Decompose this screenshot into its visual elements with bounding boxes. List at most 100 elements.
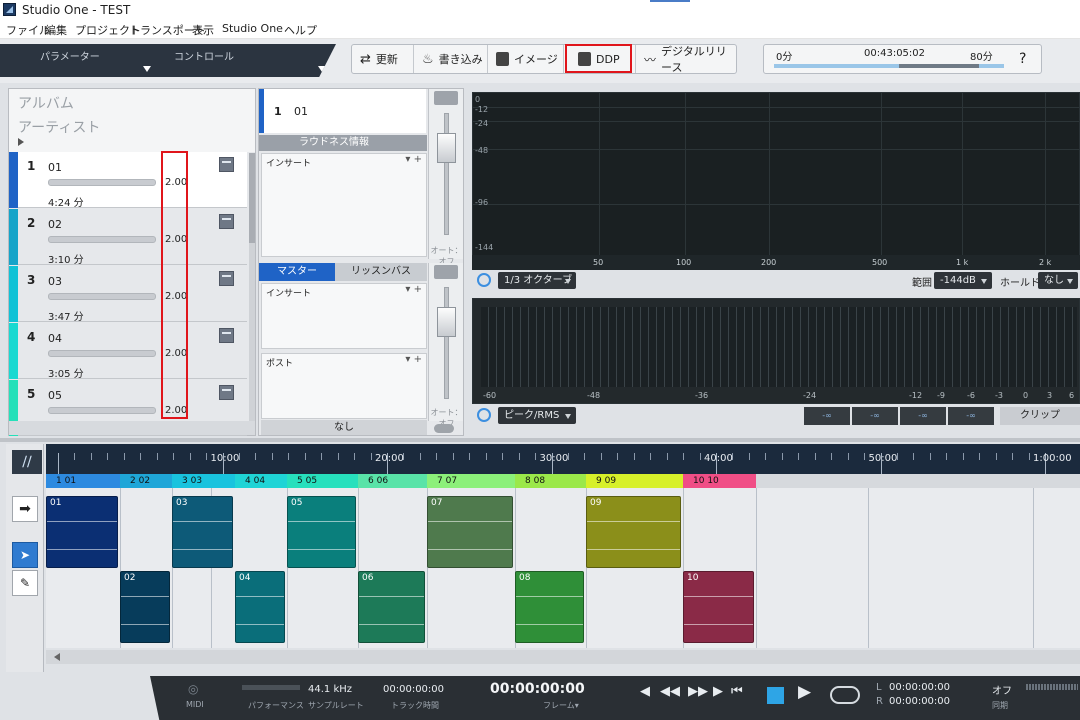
toggle-switch[interactable] [434,424,454,433]
horizontal-scrollbar[interactable] [46,650,1080,664]
none-label[interactable]: なし [261,420,427,435]
track-fader[interactable]: オート：オフ [428,89,463,266]
track-row[interactable]: 4 04 2.00 3:05 分 [9,323,247,380]
audio-clip-10[interactable]: 10 [683,571,754,643]
loudness-header[interactable]: ラウドネス情報 [259,135,427,151]
hold-dropdown[interactable]: なし [1038,272,1078,289]
menu-view[interactable]: 表示 [192,22,214,38]
update-button[interactable]: ⇄ 更新 [352,45,414,73]
wav-file-icon[interactable] [219,214,234,229]
fader-cap[interactable] [437,307,456,337]
loop-icon[interactable] [830,686,860,704]
fast-forward-icon[interactable]: ▶▶ [688,684,708,699]
chevron-down-icon[interactable] [318,66,326,72]
power-icon[interactable] [477,273,491,287]
master-insert-slot[interactable]: インサート ▾ + [261,283,427,349]
album-field[interactable]: アルバム [18,93,74,113]
marker-8[interactable]: 8 08 [515,474,586,488]
rewind-start-icon[interactable]: ◀ [640,684,650,699]
menu-file[interactable]: ファイル [6,22,50,38]
meter-mode-dropdown[interactable]: ピーク/RMS [498,407,576,424]
range-dropdown[interactable]: -144dB [934,272,992,289]
menu-studio-one[interactable]: Studio One [222,22,283,35]
arrange-divider[interactable] [0,438,1080,442]
marker-10[interactable]: 10 10 [683,474,756,488]
tab-parameters[interactable]: パラメーター [40,48,100,63]
power-icon[interactable] [477,408,491,422]
track-row[interactable]: 2 02 2.00 3:10 分 [9,209,247,266]
audio-clip-04[interactable]: 04 [235,571,285,643]
digital-release-button[interactable]: 〰 デジタルリリース [636,45,736,74]
artist-field[interactable]: アーティスト [18,117,100,137]
post-slot[interactable]: ポスト ▾ + [261,353,427,419]
main-time-display[interactable]: 00:00:00:00 [490,681,585,697]
audio-clip-02[interactable]: 02 [120,571,170,643]
tab-master[interactable]: マスター [259,263,335,281]
image-button[interactable]: イメージ [488,45,564,73]
marker-2[interactable]: 2 02 [120,474,172,488]
rewind-icon[interactable]: ◀◀ [660,684,680,699]
track-row[interactable]: 3 03 2.00 3:47 分 [9,266,247,323]
menu-edit[interactable]: 編集 [45,22,67,38]
marker-9[interactable]: 9 09 [586,474,683,488]
forward-icon[interactable]: ▶ [713,684,723,699]
track-title-bar[interactable] [48,350,156,357]
master-fader[interactable]: オート：オフ [428,263,463,428]
octave-dropdown[interactable]: 1/3 オクターブ [498,272,576,289]
wav-file-icon[interactable] [219,271,234,286]
track-name[interactable]: 03 [48,275,62,288]
marker-1[interactable]: 1 01 [46,474,120,488]
pointer-tool-icon[interactable]: ➤ [12,542,38,568]
post-add-icon[interactable]: ▾ + [405,354,422,365]
wav-file-icon[interactable] [219,328,234,343]
track-name[interactable]: 01 [48,161,62,174]
fader-knob-icon[interactable] [434,265,458,279]
play-icon[interactable]: ▶ [798,682,811,702]
marker-4[interactable]: 4 04 [235,474,287,488]
clip-button[interactable]: クリップ [1000,407,1080,425]
track-title-bar[interactable] [48,179,156,186]
track-list-scrollbar[interactable] [249,153,255,423]
wav-file-icon[interactable] [219,157,234,172]
marker-7[interactable]: 7 07 [427,474,515,488]
fader-knob-icon[interactable] [434,91,458,105]
selected-track[interactable]: 1 01 [259,89,426,133]
track-name[interactable]: 05 [48,389,62,402]
tab-controls[interactable]: コントロール [174,48,234,63]
wav-file-icon[interactable] [219,385,234,400]
sync-off-label[interactable]: オフ [992,682,1012,697]
automation-icon[interactable]: ∕∕ [12,450,42,474]
track-insert-slot[interactable]: インサート ▾ + [261,153,427,257]
expand-arrow-icon[interactable] [18,138,24,146]
insert-add-icon[interactable]: ▾ + [405,154,422,165]
insert-add-icon[interactable]: ▾ + [405,284,422,295]
marker-6[interactable]: 6 06 [358,474,427,488]
marker-3[interactable]: 3 03 [172,474,235,488]
stop-icon[interactable] [767,687,784,704]
fader-cap[interactable] [437,133,456,163]
frames-dropdown[interactable]: フレーム▾ [543,700,579,711]
pencil-tool-icon[interactable]: ✎ [12,570,38,596]
audio-clip-08[interactable]: 08 [515,571,584,643]
write-button[interactable]: ♨ 書き込み [414,45,488,73]
time-overview-bar[interactable] [774,64,1004,68]
audio-clip-07[interactable]: 07 [427,496,513,568]
timeline-ruler[interactable]: 10:00 20:00 30:00 40:00 50:00 1:00:00 [46,444,1080,475]
tab-listen-bus[interactable]: リッスンバス [335,263,427,281]
audio-clip-05[interactable]: 05 [287,496,356,568]
loop-left-time[interactable]: 00:00:00:00 [889,682,950,693]
return-to-zero-icon[interactable]: ⏮ [731,684,743,699]
help-button[interactable]: ? [1019,51,1026,67]
menu-help[interactable]: ヘルプ [284,22,317,38]
audio-clip-01[interactable]: 01 [46,496,118,568]
marker-5[interactable]: 5 05 [287,474,358,488]
track-title-bar[interactable] [48,236,156,243]
track-name[interactable]: 02 [48,218,62,231]
loop-right-time[interactable]: 00:00:00:00 [889,696,950,707]
track-row[interactable]: 1 01 2.00 4:24 分 [9,152,247,209]
audio-clip-09[interactable]: 09 [586,496,681,568]
arrow-right-icon[interactable]: ➡ [12,496,38,522]
chevron-down-icon[interactable] [143,66,151,72]
track-title-bar[interactable] [48,293,156,300]
audio-clip-06[interactable]: 06 [358,571,425,643]
